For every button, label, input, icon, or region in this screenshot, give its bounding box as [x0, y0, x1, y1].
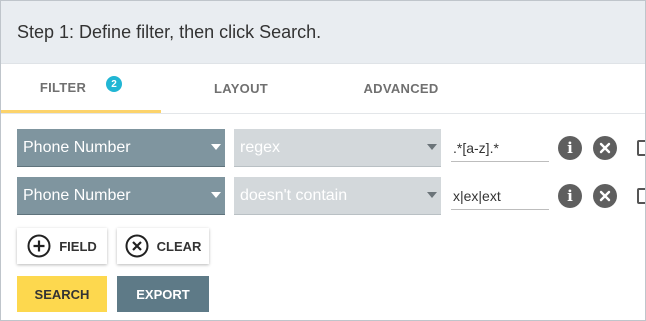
chevron-down-icon — [211, 192, 221, 198]
info-icon-glyph: i — [567, 187, 573, 205]
filter-value-input[interactable] — [451, 135, 549, 162]
tab-filter-label: FILTER — [39, 79, 87, 95]
tab-filter[interactable]: FILTER 2 — [1, 64, 161, 113]
tab-bar: FILTER 2 LAYOUT ADVANCED — [1, 64, 645, 114]
export-button[interactable]: EXPORT — [117, 276, 209, 312]
operator-select[interactable]: regex — [234, 129, 441, 167]
export-label: EXPORT — [136, 286, 190, 302]
add-field-button[interactable]: FIELD — [17, 228, 107, 264]
clear-label: CLEAR — [156, 238, 202, 254]
search-button[interactable]: SEARCH — [17, 276, 107, 312]
filter-count-badge: 2 — [106, 76, 123, 92]
add-field-label: FIELD — [59, 238, 97, 254]
info-icon-glyph: i — [567, 139, 573, 157]
header-bar: Step 1: Define filter, then click Search… — [1, 1, 645, 64]
info-icon[interactable]: i — [558, 136, 582, 160]
plus-circle-icon — [27, 234, 51, 258]
filter-row-1: Phone Number regex i — [17, 129, 645, 167]
chevron-down-icon — [211, 144, 221, 150]
tab-advanced[interactable]: ADVANCED — [321, 64, 481, 112]
search-label: SEARCH — [34, 286, 90, 302]
filter-value-input[interactable] — [451, 183, 549, 210]
clear-button[interactable]: CLEAR — [117, 228, 209, 264]
tab-layout-label: LAYOUT — [213, 80, 269, 96]
filter-checkbox[interactable] — [637, 188, 645, 204]
field-select-value: Phone Number — [23, 186, 131, 204]
field-select[interactable]: Phone Number — [17, 129, 225, 167]
page-title: Step 1: Define filter, then click Search… — [17, 21, 322, 42]
field-select[interactable]: Phone Number — [17, 177, 225, 215]
remove-filter-icon[interactable] — [593, 136, 617, 160]
chevron-down-icon — [427, 192, 437, 198]
operator-select-value: doesn't contain — [240, 186, 348, 204]
info-icon[interactable]: i — [558, 184, 582, 208]
filter-panel: Step 1: Define filter, then click Search… — [0, 0, 646, 321]
operator-select-value: regex — [240, 138, 281, 156]
tab-advanced-label: ADVANCED — [363, 80, 439, 96]
x-circle-icon — [125, 234, 149, 258]
remove-filter-icon[interactable] — [593, 184, 617, 208]
filter-row-2: Phone Number doesn't contain i — [17, 177, 645, 215]
filter-checkbox[interactable] — [637, 140, 645, 156]
chevron-down-icon — [427, 144, 437, 150]
field-select-value: Phone Number — [23, 138, 131, 156]
tab-layout[interactable]: LAYOUT — [161, 64, 321, 112]
operator-select[interactable]: doesn't contain — [234, 177, 441, 215]
